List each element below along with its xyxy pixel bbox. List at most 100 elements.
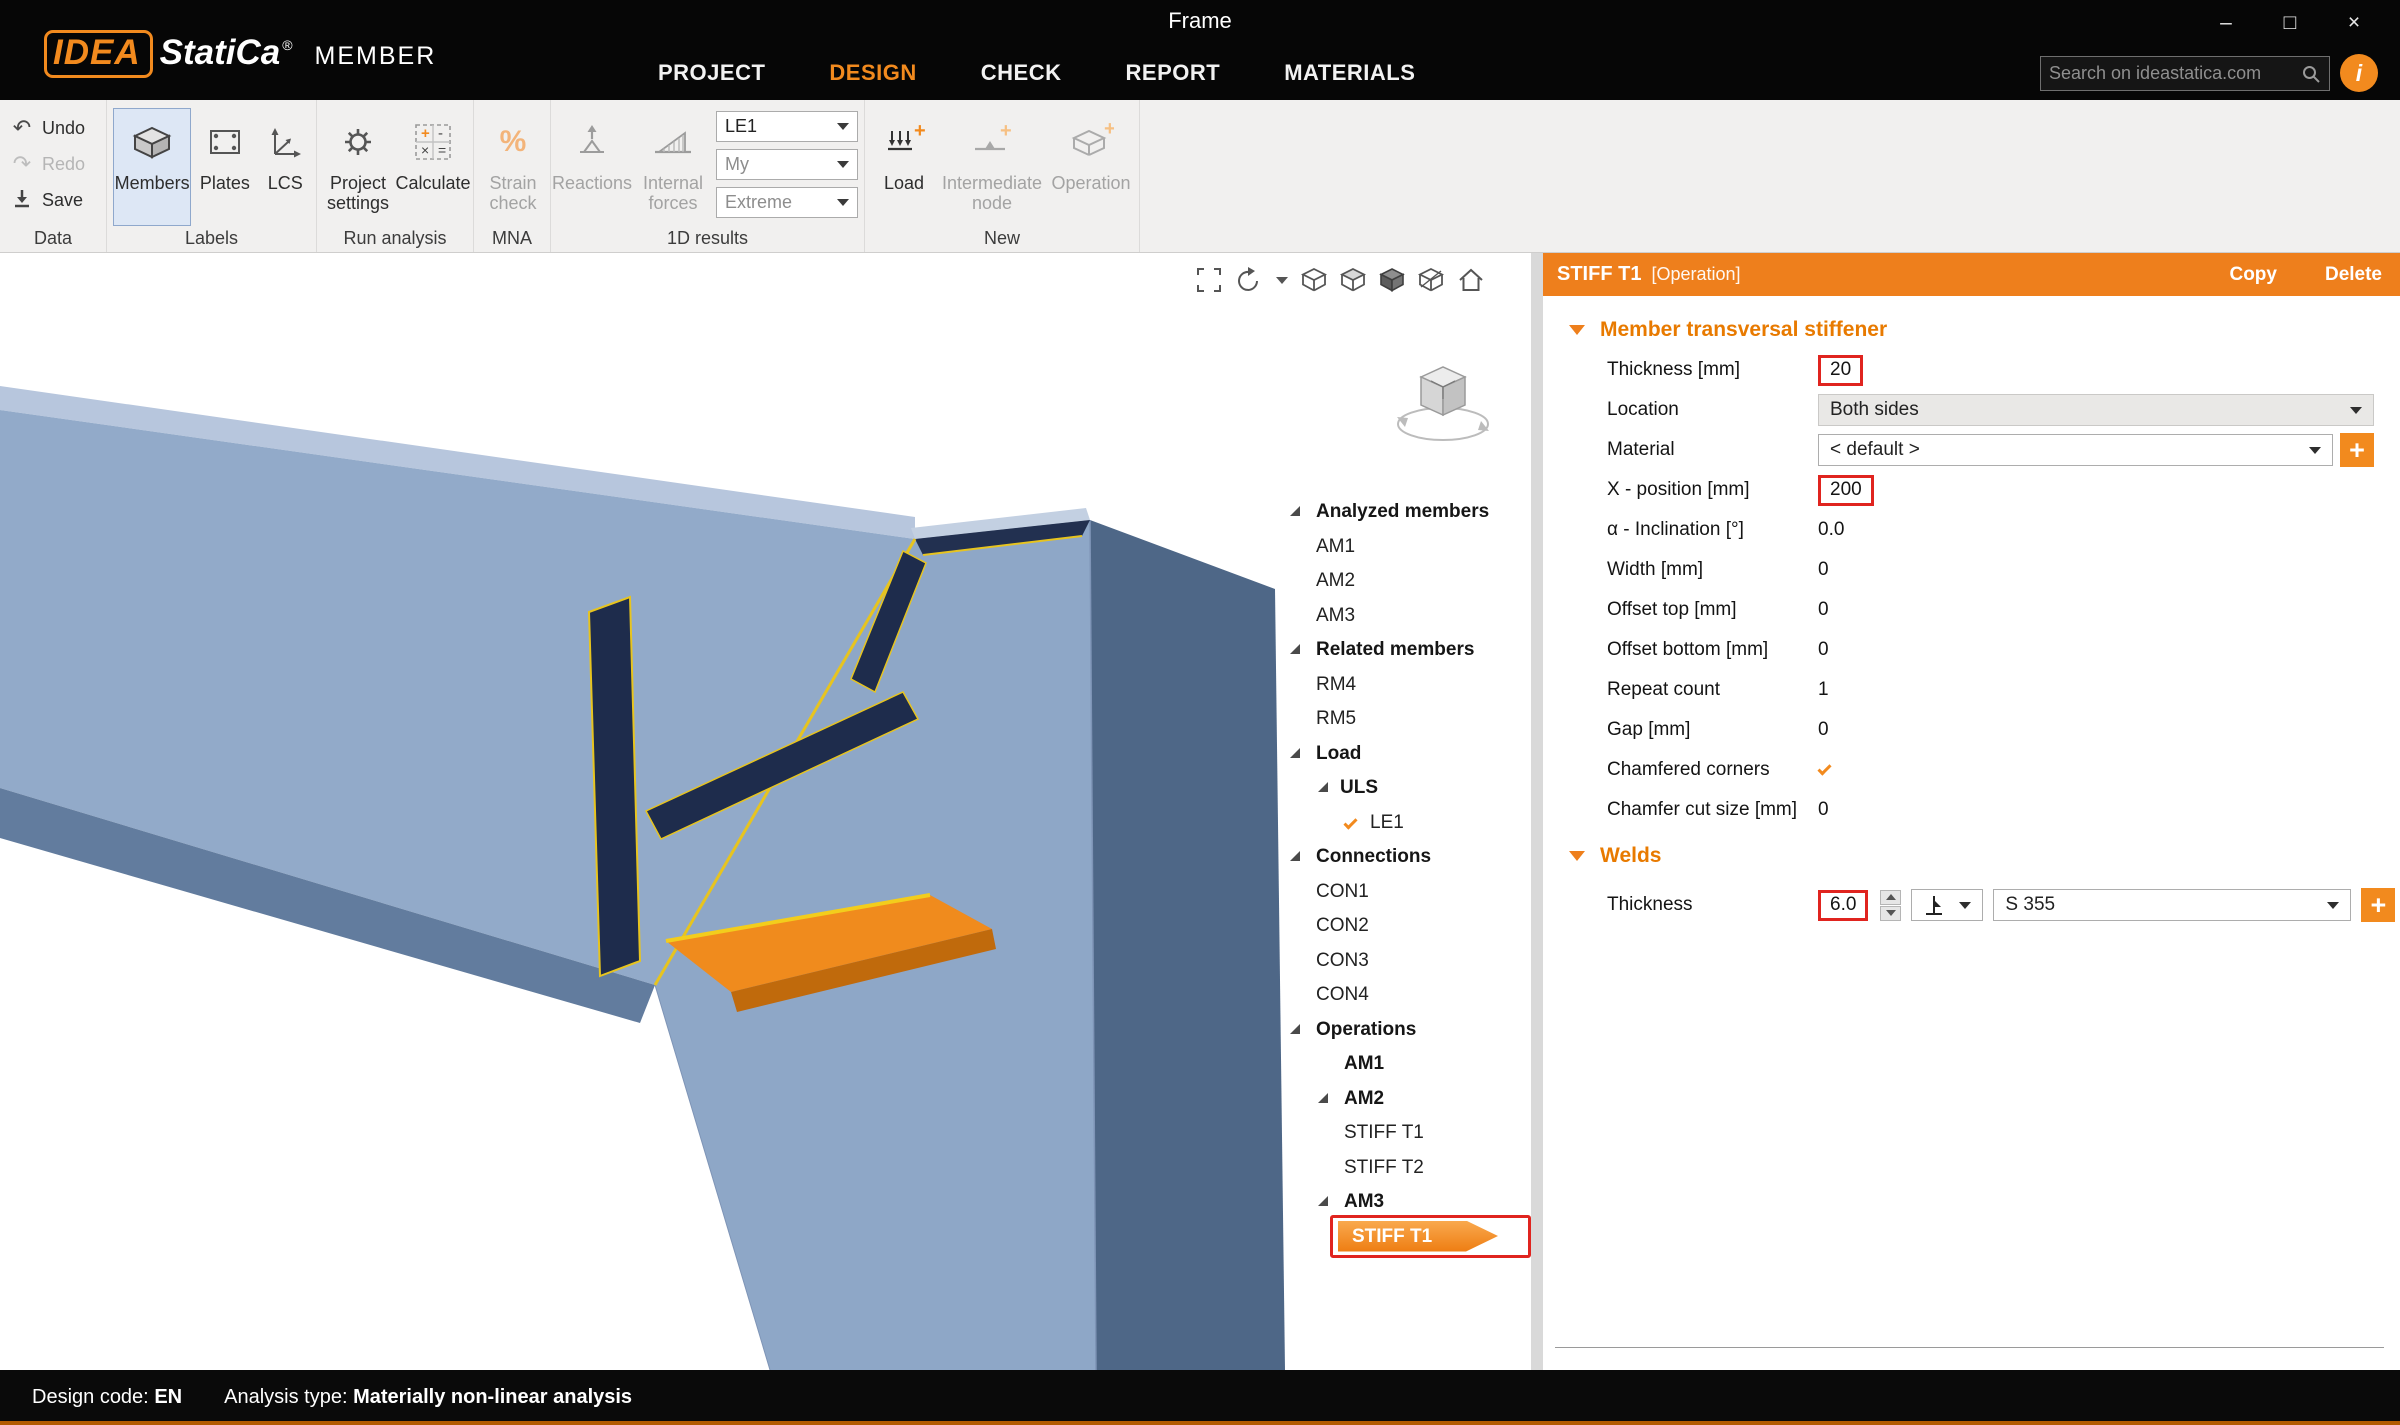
search-box[interactable]: [2040, 56, 2330, 91]
collapse-icon[interactable]: [1318, 1196, 1328, 1206]
gap-value[interactable]: 0: [1818, 719, 1829, 741]
tree-item-load[interactable]: Load: [1272, 737, 1531, 772]
add-material-button[interactable]: +: [2340, 433, 2374, 467]
lcs-button[interactable]: LCS: [259, 108, 313, 226]
clip-view-icon[interactable]: [1418, 267, 1444, 293]
copy-button[interactable]: Copy: [2229, 264, 2277, 286]
collapse-icon[interactable]: [1318, 782, 1328, 792]
collapse-icon[interactable]: [1290, 506, 1300, 516]
tree-item-con4[interactable]: CON4: [1272, 978, 1531, 1013]
tree-item-am1[interactable]: AM1: [1272, 530, 1531, 565]
redo-button[interactable]: ↷Redo: [0, 146, 106, 182]
calculate-button[interactable]: +-×= Calculate: [397, 108, 469, 226]
offset-top-value[interactable]: 0: [1818, 599, 1829, 621]
new-operation-button[interactable]: + Operation: [1051, 108, 1131, 226]
tree-item-am3-stiff-t1-selected[interactable]: STIFF T1: [1272, 1220, 1531, 1255]
tab-design[interactable]: DESIGN: [829, 60, 916, 86]
navigation-cube[interactable]: [1393, 339, 1493, 464]
app-window: Frame – □ × IDEA StatiCa ® MEMBER PROJEC…: [0, 0, 2400, 1425]
stepper-down-button[interactable]: [1880, 906, 1901, 921]
plates-button[interactable]: Plates: [195, 108, 254, 226]
location-dropdown[interactable]: Both sides: [1818, 394, 2374, 426]
repeat-count-value[interactable]: 1: [1818, 679, 1829, 701]
tree-item-operations[interactable]: Operations: [1272, 1013, 1531, 1048]
collapse-icon[interactable]: [1290, 644, 1300, 654]
tab-check[interactable]: CHECK: [981, 60, 1062, 86]
tab-project[interactable]: PROJECT: [658, 60, 765, 86]
internal-forces-button[interactable]: Internal forces: [631, 108, 715, 226]
selected-item-arrow[interactable]: STIFF T1: [1338, 1221, 1498, 1252]
tree-item-related-members[interactable]: Related members: [1272, 633, 1531, 668]
tree-item-operations-am2[interactable]: AM2: [1272, 1082, 1531, 1117]
undo-button[interactable]: ↶Undo: [0, 110, 106, 146]
new-load-button[interactable]: + Load: [875, 108, 933, 226]
iso-view-icon[interactable]: [1301, 267, 1327, 293]
stepper-up-button[interactable]: [1880, 890, 1901, 905]
tree-item-con3[interactable]: CON3: [1272, 944, 1531, 979]
tab-report[interactable]: REPORT: [1126, 60, 1221, 86]
tab-materials[interactable]: MATERIALS: [1284, 60, 1415, 86]
members-button[interactable]: Members: [113, 108, 191, 226]
collapse-icon[interactable]: [1290, 748, 1300, 758]
plane-view-icon[interactable]: [1340, 267, 1366, 293]
maximize-button[interactable]: □: [2258, 4, 2322, 42]
tree-item-analyzed-members[interactable]: Analyzed members: [1272, 495, 1531, 530]
home-view-icon[interactable]: [1457, 267, 1485, 293]
weld-thickness-stepper: [1880, 890, 1901, 921]
delete-button[interactable]: Delete: [2325, 264, 2382, 286]
search-icon[interactable]: [2301, 64, 2321, 84]
shaded-view-icon[interactable]: [1379, 267, 1405, 293]
tree-item-am2-stiff-t2[interactable]: STIFF T2: [1272, 1151, 1531, 1186]
intermediate-node-button[interactable]: + Intermediate node: [943, 108, 1041, 226]
le1-checkbox[interactable]: [1340, 814, 1360, 834]
3d-viewport[interactable]: Analyzed members AM1 AM2 AM3 Related mem…: [0, 253, 1531, 1370]
add-weld-material-button[interactable]: +: [2361, 888, 2395, 922]
strain-check-button[interactable]: % Strain check: [480, 108, 546, 226]
collapse-icon[interactable]: [1290, 1024, 1300, 1034]
operation-title: STIFF T1: [1557, 263, 1641, 286]
section-welds: Welds: [1543, 836, 2400, 876]
search-input[interactable]: [2049, 63, 2301, 84]
chamfered-corners-checkbox[interactable]: [1818, 759, 1831, 781]
properties-body: Member transversal stiffener Thickness […: [1543, 296, 2400, 1370]
tree-item-am2[interactable]: AM2: [1272, 564, 1531, 599]
orbit-view-icon[interactable]: [1235, 267, 1263, 293]
tree-item-le1[interactable]: LE1: [1272, 806, 1531, 841]
orbit-dropdown-caret-icon[interactable]: [1276, 277, 1288, 284]
weld-type-dropdown[interactable]: [1911, 889, 1983, 921]
zoom-fit-icon[interactable]: [1196, 267, 1222, 293]
weld-material-dropdown[interactable]: S 355: [1993, 889, 2351, 921]
reactions-button[interactable]: Reactions: [557, 108, 627, 226]
tree-item-uls[interactable]: ULS: [1272, 771, 1531, 806]
collapse-icon[interactable]: [1318, 1093, 1328, 1103]
tree-item-rm4[interactable]: RM4: [1272, 668, 1531, 703]
close-button[interactable]: ×: [2322, 4, 2386, 42]
load-icon: +: [883, 117, 925, 167]
tree-item-con1[interactable]: CON1: [1272, 875, 1531, 910]
minimize-button[interactable]: –: [2194, 4, 2258, 42]
inclination-value[interactable]: 0.0: [1818, 519, 1844, 541]
tree-item-operations-am1[interactable]: AM1: [1272, 1047, 1531, 1082]
load-case-dropdown[interactable]: LE1: [716, 111, 858, 142]
component-dropdown[interactable]: My: [716, 149, 858, 180]
width-value[interactable]: 0: [1818, 559, 1829, 581]
material-dropdown[interactable]: < default >: [1818, 434, 2333, 466]
tree-item-am3[interactable]: AM3: [1272, 599, 1531, 634]
chamfer-cut-size-value[interactable]: 0: [1818, 799, 1829, 821]
info-button[interactable]: i: [2340, 54, 2378, 92]
section-collapse-icon[interactable]: [1569, 851, 1585, 861]
offset-bottom-value[interactable]: 0: [1818, 639, 1829, 661]
x-position-input[interactable]: 200: [1818, 475, 1874, 506]
save-button[interactable]: Save: [0, 182, 106, 218]
section-collapse-icon[interactable]: [1569, 325, 1585, 335]
weld-thickness-input[interactable]: 6.0: [1818, 890, 1868, 921]
tree-item-rm5[interactable]: RM5: [1272, 702, 1531, 737]
collapse-icon[interactable]: [1290, 851, 1300, 861]
tree-item-am2-stiff-t1[interactable]: STIFF T1: [1272, 1116, 1531, 1151]
tree-item-connections[interactable]: Connections: [1272, 840, 1531, 875]
extreme-dropdown[interactable]: Extreme: [716, 187, 858, 218]
chevron-down-icon: [837, 123, 849, 130]
thickness-input[interactable]: 20: [1818, 355, 1863, 386]
project-settings-button[interactable]: Project settings: [323, 108, 393, 226]
tree-item-con2[interactable]: CON2: [1272, 909, 1531, 944]
